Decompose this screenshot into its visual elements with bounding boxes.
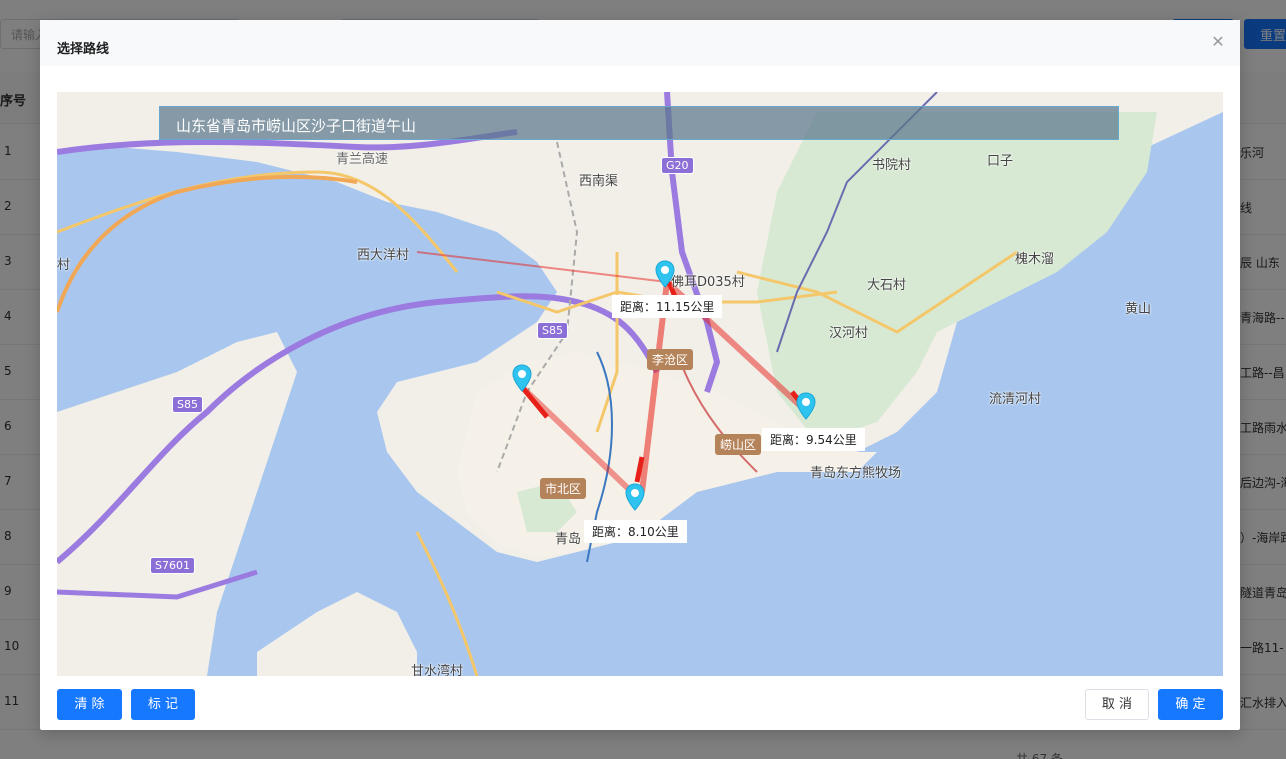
district-licang: 李沧区 <box>647 349 694 370</box>
map-label-hanhecun: 汉河村 <box>829 326 869 341</box>
distance-label: 距离：11.15公里 <box>612 295 723 318</box>
map-pin-icon[interactable] <box>655 260 675 288</box>
address-bar[interactable]: 山东省青岛市崂山区沙子口街道午山 <box>159 106 1119 140</box>
map-pin-icon[interactable] <box>512 364 532 392</box>
map-view[interactable]: 山东省青岛市崂山区沙子口街道午山 西南渠 书院村 口子 西大洋村 佛耳D035村… <box>57 92 1223 676</box>
map-label-dashicun: 大石村 <box>867 278 907 293</box>
land-south-west <box>257 592 417 676</box>
map-label-fuercun: 佛耳D035村 <box>671 275 745 290</box>
road-orange <box>57 174 358 313</box>
land-west <box>57 332 297 676</box>
shield-s85-a: S85 <box>537 322 568 339</box>
mark-button[interactable]: 标 记 <box>131 689 195 720</box>
map-label-xinanqu: 西南渠 <box>579 174 619 189</box>
district-shibei: 市北区 <box>540 478 587 499</box>
map-label-qingdaodongfang: 青岛东方熊牧场 <box>810 466 902 481</box>
map-label-xidayangcun: 西大洋村 <box>357 248 410 263</box>
district-laoshan: 崂山区 <box>715 434 762 455</box>
distance-label: 距离：8.10公里 <box>584 520 687 543</box>
clear-button[interactable]: 清 除 <box>57 689 122 720</box>
road-yellow-5 <box>415 531 479 676</box>
map-label-huaimuliu: 槐木溜 <box>1015 252 1055 267</box>
select-route-dialog: 选择路线 ✕ 山东省青岛市崂山区沙子口街道午山 西南渠 书院村 口子 西大洋村 … <box>40 20 1240 730</box>
map-label-qinglan: 青兰高速 <box>336 152 389 167</box>
shield-g20: G20 <box>661 157 694 174</box>
map-label-qingdao: 青岛 <box>555 532 582 547</box>
map-pin-icon[interactable] <box>625 483 645 511</box>
confirm-button[interactable]: 确 定 <box>1158 689 1223 720</box>
shield-s7601: S7601 <box>150 557 195 574</box>
map-label-kouzi: 口子 <box>987 154 1014 169</box>
map-label-shuyuancun: 书院村 <box>872 158 912 173</box>
map-label-cun-left: 村 <box>57 258 71 273</box>
map-canvas[interactable] <box>57 92 1223 676</box>
map-pin-icon[interactable] <box>796 392 816 420</box>
land-east-hills <box>757 112 1157 442</box>
cancel-button[interactable]: 取 消 <box>1085 689 1149 720</box>
close-icon[interactable]: ✕ <box>1210 34 1226 50</box>
shield-s85-b: S85 <box>172 396 203 413</box>
dialog-title: 选择路线 <box>57 42 110 57</box>
map-label-huangshan: 黄山 <box>1125 302 1152 317</box>
dialog-header: 选择路线 ✕ <box>40 20 1240 66</box>
map-label-ganshuiwancun: 甘水湾村 <box>411 664 464 676</box>
distance-label: 距离：9.54公里 <box>762 428 865 451</box>
map-label-liuqinghecun: 流清河村 <box>989 392 1042 407</box>
